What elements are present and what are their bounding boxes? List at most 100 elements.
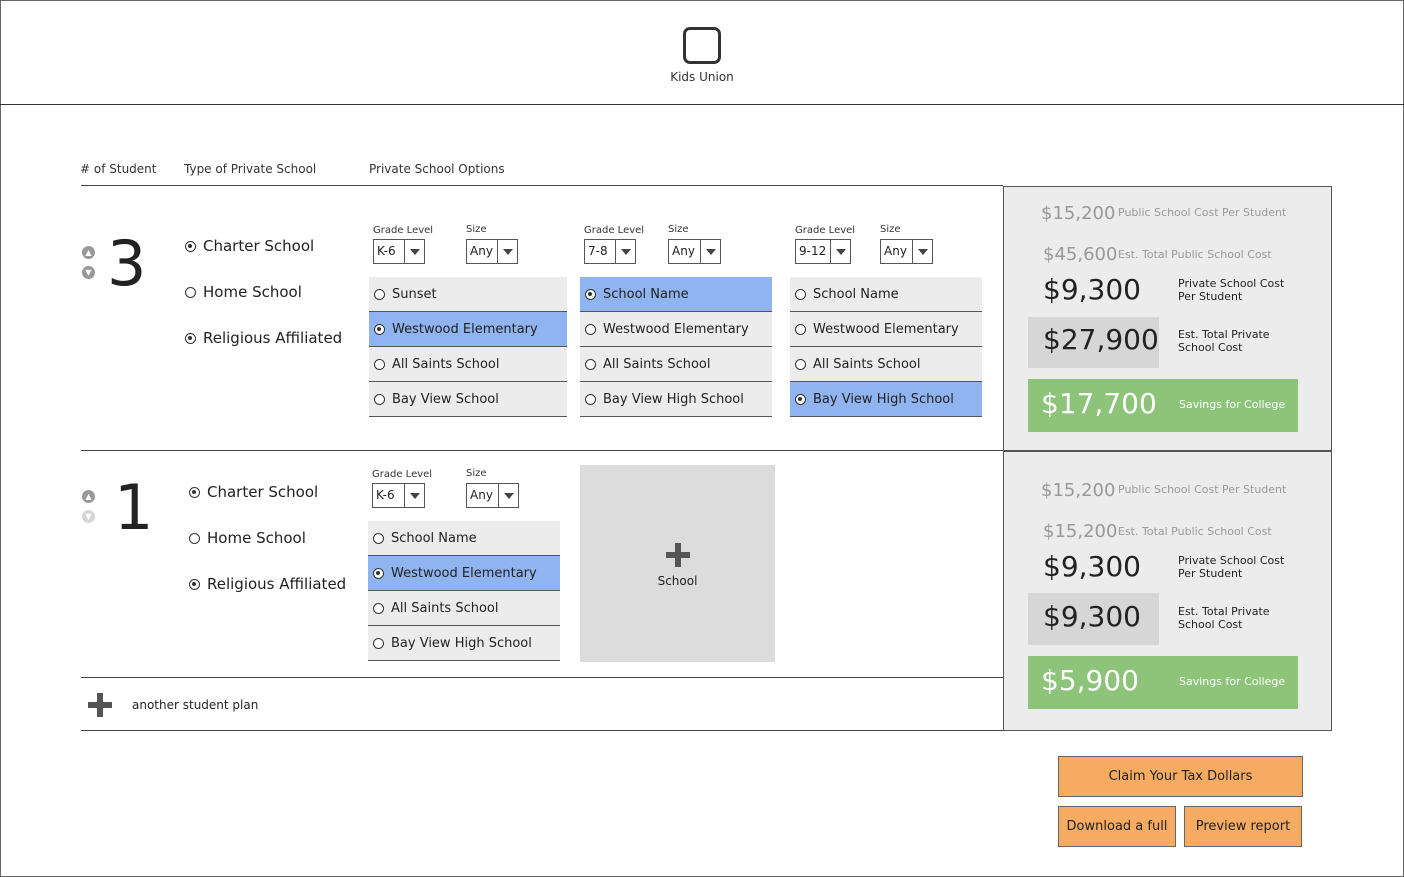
school-type-charter[interactable]: Charter School: [185, 237, 314, 255]
size-label: Size: [668, 224, 689, 235]
public-cost-value: $15,200: [1041, 480, 1116, 501]
app-name: Kids Union: [670, 70, 734, 84]
radio-icon: [585, 323, 596, 335]
public-cost-label: Public School Cost Per Student: [1118, 206, 1287, 219]
school-option[interactable]: Bay View High School: [580, 382, 772, 417]
public-total-label: Est. Total Public School Cost: [1118, 525, 1272, 538]
school-option[interactable]: Bay View High School: [790, 382, 982, 417]
private-cost-value: $9,300: [1043, 273, 1141, 306]
school-option[interactable]: Bay View High School: [368, 626, 560, 661]
school-option[interactable]: Westwood Elementary: [790, 312, 982, 347]
public-cost-label: Public School Cost Per Student: [1118, 483, 1287, 496]
radio-icon: [373, 567, 384, 579]
chevron-down-icon: [615, 240, 635, 263]
radio-icon: [795, 323, 806, 335]
chevron-down-icon: [498, 484, 518, 507]
add-school-button[interactable]: School: [580, 465, 775, 662]
grade-level-select[interactable]: K-6: [373, 239, 425, 264]
size-select[interactable]: Any: [466, 483, 519, 508]
chevron-down-icon: [830, 240, 850, 263]
radio-icon: [374, 323, 385, 335]
chevron-down-icon: [497, 240, 517, 263]
size-select[interactable]: Any: [880, 239, 933, 264]
app-header: Kids Union: [0, 0, 1404, 105]
school-option[interactable]: Westwood Elementary: [368, 556, 560, 591]
school-option[interactable]: Westwood Elementary: [369, 312, 567, 347]
radio-icon[interactable]: [189, 532, 200, 544]
school-options-list: School Name Westwood Elementary All Sain…: [368, 521, 560, 661]
grade-level-label: Grade Level: [372, 469, 433, 480]
student-count: 1: [114, 471, 154, 544]
school-option[interactable]: All Saints School: [368, 591, 560, 626]
school-type-charter[interactable]: Charter School: [189, 483, 318, 501]
radio-icon: [795, 393, 806, 405]
decrement-students-button[interactable]: ▼: [82, 266, 95, 279]
download-report-button[interactable]: Download a full: [1058, 806, 1176, 847]
school-option[interactable]: School Name: [580, 277, 772, 312]
preview-report-button[interactable]: Preview report: [1184, 806, 1302, 847]
private-total-value: $27,900: [1043, 323, 1159, 356]
school-option[interactable]: Bay View School: [369, 382, 567, 417]
radio-icon: [585, 358, 596, 370]
increment-students-button[interactable]: ▲: [82, 490, 95, 503]
plus-icon: [666, 543, 690, 567]
radio-icon[interactable]: [185, 332, 196, 344]
school-option[interactable]: All Saints School: [790, 347, 982, 382]
school-type-home[interactable]: Home School: [189, 529, 306, 547]
savings-label: Savings for College: [1179, 675, 1286, 688]
radio-icon[interactable]: [189, 578, 200, 590]
radio-icon: [585, 288, 596, 300]
radio-icon: [373, 637, 384, 649]
school-option[interactable]: All Saints School: [369, 347, 567, 382]
radio-icon[interactable]: [189, 486, 200, 498]
add-student-plan-link[interactable]: another student plan: [132, 698, 258, 712]
chevron-down-icon: [700, 240, 720, 263]
school-option[interactable]: Westwood Elementary: [580, 312, 772, 347]
radio-icon: [795, 288, 806, 300]
public-cost-value: $15,200: [1041, 203, 1116, 224]
size-label: Size: [466, 468, 487, 479]
add-student-plan-icon[interactable]: [88, 693, 112, 717]
decrement-students-button[interactable]: ▼: [82, 510, 95, 523]
grade-level-label: Grade Level: [373, 225, 434, 236]
radio-icon: [585, 393, 596, 405]
radio-icon: [373, 532, 384, 544]
school-type-religious[interactable]: Religious Affiliated: [185, 329, 342, 347]
size-select[interactable]: Any: [668, 239, 721, 264]
public-total-value: $45,600: [1043, 244, 1118, 265]
private-cost-label: Private School Cost Per Student: [1178, 277, 1285, 303]
divider: [81, 185, 1003, 186]
radio-icon: [373, 602, 384, 614]
school-type-home[interactable]: Home School: [185, 283, 302, 301]
size-select[interactable]: Any: [466, 239, 518, 264]
increment-students-button[interactable]: ▲: [82, 246, 95, 259]
school-options-list: Sunset Westwood Elementary All Saints Sc…: [369, 277, 567, 417]
radio-icon[interactable]: [185, 240, 196, 252]
grade-level-select[interactable]: K-6: [372, 483, 425, 508]
chevron-down-icon: [404, 240, 424, 263]
cost-summary-panel: $15,200 Public School Cost Per Student $…: [1003, 451, 1332, 731]
grade-level-label: Grade Level: [584, 225, 645, 236]
radio-icon[interactable]: [185, 286, 196, 298]
cost-summary-panel: $15,200 Public School Cost Per Student $…: [1003, 186, 1332, 451]
school-option[interactable]: All Saints School: [580, 347, 772, 382]
student-count: 3: [107, 227, 147, 300]
school-options-list: School Name Westwood Elementary All Sain…: [790, 277, 982, 417]
claim-tax-dollars-button[interactable]: Claim Your Tax Dollars: [1058, 756, 1303, 797]
chevron-down-icon: [912, 240, 932, 263]
school-type-religious[interactable]: Religious Affiliated: [189, 575, 346, 593]
school-option[interactable]: School Name: [368, 521, 560, 556]
savings-value: $5,900: [1041, 664, 1139, 697]
logo-icon: [683, 27, 721, 64]
size-label: Size: [466, 224, 487, 235]
header-students: # of Student: [80, 162, 157, 176]
private-total-label: Est. Total Private School Cost: [1178, 328, 1270, 354]
grade-level-select[interactable]: 7-8: [584, 239, 636, 264]
add-school-label: School: [657, 574, 698, 588]
school-option[interactable]: School Name: [790, 277, 982, 312]
private-cost-value: $9,300: [1043, 550, 1141, 583]
school-option[interactable]: Sunset: [369, 277, 567, 312]
radio-icon: [795, 358, 806, 370]
grade-level-select[interactable]: 9-12: [795, 239, 851, 264]
radio-icon: [374, 288, 385, 300]
